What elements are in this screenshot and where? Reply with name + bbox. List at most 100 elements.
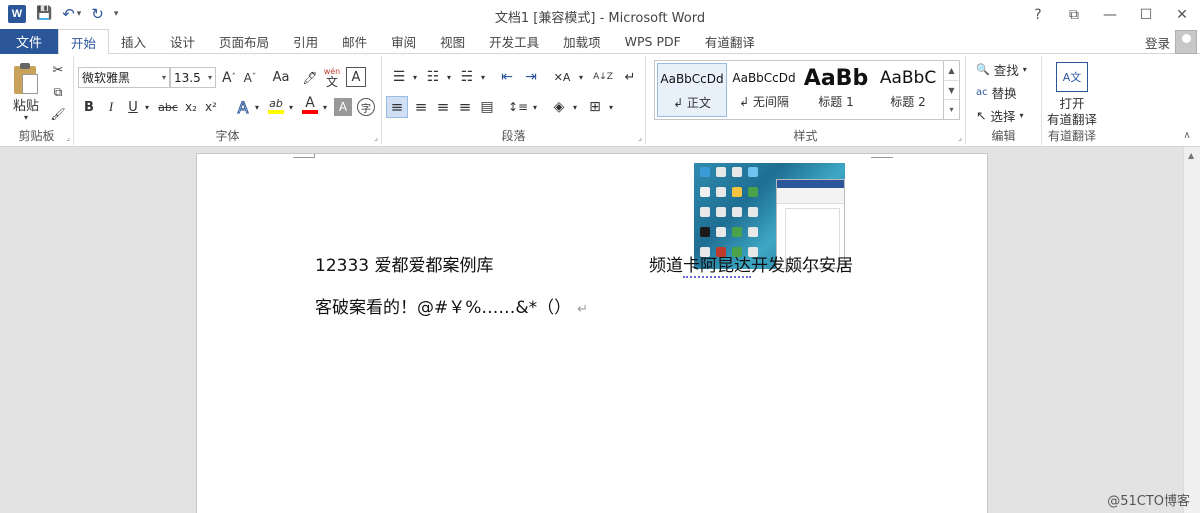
bold-button[interactable]: B	[80, 96, 98, 118]
align-left-button[interactable]: ≡	[386, 96, 408, 118]
subscript-button[interactable]: x₂	[182, 96, 200, 118]
bullets-dropdown-icon[interactable]: ▾	[410, 66, 420, 88]
tab-4[interactable]: 引用	[281, 29, 330, 54]
chinese-layout-dropdown-icon[interactable]: ▾	[576, 66, 586, 88]
font-color-bar	[302, 110, 318, 114]
style-heading-1[interactable]: AaBb 标题 1	[801, 63, 871, 117]
style-heading-2[interactable]: AaBbC 标题 2	[873, 63, 943, 117]
help-button[interactable]: ?	[1020, 0, 1056, 29]
document-line-1-continued[interactable]: 频道卡阿昆达开发颇尔安居	[649, 251, 853, 278]
superscript-button[interactable]: x²	[202, 96, 220, 118]
avatar[interactable]	[1175, 30, 1197, 54]
styles-scroll-down-icon[interactable]: ▼	[944, 81, 959, 101]
shading-icon[interactable]: ◈	[548, 96, 570, 118]
change-case-button[interactable]: Aa	[268, 67, 294, 88]
sort-icon[interactable]: A↓Z	[592, 66, 614, 88]
line-spacing-dropdown-icon[interactable]: ▾	[530, 96, 540, 118]
tab-file[interactable]: 文件	[0, 29, 58, 54]
tab-10[interactable]: WPS PDF	[613, 29, 693, 54]
highlight-dropdown-icon[interactable]: ▾	[286, 96, 296, 118]
tab-1[interactable]: 插入	[109, 29, 158, 54]
italic-button[interactable]: I	[102, 96, 120, 118]
line-spacing-icon[interactable]: ↕≡	[506, 96, 530, 118]
enclose-characters-button[interactable]: 字	[357, 98, 375, 116]
styles-scroll-up-icon[interactable]: ▲	[944, 61, 959, 81]
shrink-font-button[interactable]: Aˇ	[240, 67, 260, 88]
bullets-icon[interactable]: ☰	[388, 66, 410, 88]
tab-5[interactable]: 邮件	[330, 29, 379, 54]
numbering-icon[interactable]: ☷	[422, 66, 444, 88]
document-page[interactable]: 12333 爱都爱都案例库 频道卡阿昆达开发颇尔安居 客破案看的！@#￥%……&…	[196, 153, 988, 513]
collapse-ribbon-icon[interactable]: ∧	[1180, 128, 1194, 142]
cut-icon[interactable]: ✂	[48, 60, 68, 80]
tab-2[interactable]: 设计	[158, 29, 207, 54]
align-center-button[interactable]: ≡	[410, 96, 432, 118]
underline-button[interactable]: U	[124, 96, 142, 118]
replace-button[interactable]: ac 替换	[976, 83, 1017, 102]
tab-7[interactable]: 视图	[428, 29, 477, 54]
chinese-layout-icon[interactable]: ✕A	[548, 66, 576, 88]
style-name: 标题 2	[890, 95, 926, 109]
distributed-button[interactable]: ▤	[476, 96, 498, 118]
font-color-dropdown-icon[interactable]: ▾	[320, 96, 330, 118]
align-right-button[interactable]: ≡	[432, 96, 454, 118]
borders-dropdown-icon[interactable]: ▾	[606, 96, 616, 118]
select-button[interactable]: ↖ 选择 ▾	[976, 106, 1024, 125]
numbering-dropdown-icon[interactable]: ▾	[444, 66, 454, 88]
close-button[interactable]: ✕	[1164, 0, 1200, 29]
highlight-button[interactable]: ab	[266, 94, 286, 116]
decrease-indent-icon[interactable]: ⇤	[496, 66, 518, 88]
style-normal[interactable]: AaBbCcDd ↲ 正文	[657, 63, 727, 117]
paragraph-launcher-icon[interactable]: ⌟	[638, 133, 642, 142]
editing-group-label: 编辑	[991, 129, 1016, 143]
document-line-1[interactable]: 12333 爱都爱都案例库	[315, 251, 493, 276]
phonetic-guide-button[interactable]: wén 文	[321, 64, 343, 90]
styles-more-icon[interactable]: ▾	[944, 100, 959, 119]
youdao-translate-icon[interactable]: A文	[1056, 62, 1088, 92]
increase-indent-icon[interactable]: ⇥	[520, 66, 542, 88]
tab-9[interactable]: 加载项	[551, 29, 613, 54]
sign-in-link[interactable]: 登录	[1145, 33, 1170, 52]
clear-formatting-icon[interactable]: 🖊	[300, 67, 320, 88]
shading-dropdown-icon[interactable]: ▾	[570, 96, 580, 118]
styles-launcher-icon[interactable]: ⌟	[958, 133, 962, 142]
clipboard-launcher-icon[interactable]: ⌟	[66, 133, 70, 142]
tab-6[interactable]: 审阅	[379, 29, 428, 54]
title-bar: W 💾 ↶ ▾ ↻ ▾ 文档1 [兼容模式] - Microsoft Word …	[0, 0, 1200, 29]
font-name-select[interactable]: 微软雅黑 ▾	[78, 67, 170, 88]
tab-11[interactable]: 有道翻译	[693, 29, 767, 54]
scroll-up-icon[interactable]: ▲	[1188, 151, 1194, 160]
text-effects-dropdown-icon[interactable]: ▾	[252, 96, 262, 118]
tab-8[interactable]: 开发工具	[477, 29, 551, 54]
style-no-spacing[interactable]: AaBbCcDd ↲ 无间隔	[729, 63, 799, 117]
borders-icon[interactable]: ⊞	[584, 96, 606, 118]
find-button[interactable]: 🔍 查找 ▾	[976, 60, 1027, 79]
vertical-scrollbar[interactable]: ▲	[1183, 147, 1200, 513]
text-effects-button[interactable]: A	[234, 96, 252, 118]
strikethrough-button[interactable]: abc	[156, 96, 180, 118]
underline-dropdown-icon[interactable]: ▾	[142, 96, 152, 118]
document-line-2[interactable]: 客破案看的！@#￥%……&*（） ↵	[315, 293, 588, 318]
font-size-select[interactable]: 13.5 ▾	[170, 67, 216, 88]
multilevel-dropdown-icon[interactable]: ▾	[478, 66, 488, 88]
font-launcher-icon[interactable]: ⌟	[374, 133, 378, 142]
minimize-button[interactable]: —	[1092, 0, 1128, 29]
format-painter-icon[interactable]: 🖌	[48, 104, 68, 124]
character-border-button[interactable]: A	[346, 67, 366, 87]
justify-button[interactable]: ≡	[454, 96, 476, 118]
show-marks-icon[interactable]: ↵	[620, 66, 640, 88]
paste-dropdown-icon[interactable]: ▾	[20, 112, 32, 122]
document-area: 12333 爱都爱都案例库 频道卡阿昆达开发颇尔安居 客破案看的！@#￥%……&…	[0, 147, 1200, 513]
paste-button[interactable]: 粘贴	[8, 96, 44, 114]
maximize-button[interactable]: ☐	[1128, 0, 1164, 29]
multilevel-list-icon[interactable]: ☵	[456, 66, 478, 88]
tab-0[interactable]: 开始	[58, 29, 110, 55]
copy-icon[interactable]: ⧉	[48, 82, 68, 102]
font-color-button[interactable]: A	[300, 94, 320, 116]
tab-3[interactable]: 页面布局	[207, 29, 281, 54]
character-shading-button[interactable]: A	[334, 98, 352, 116]
paste-icon[interactable]	[12, 62, 40, 96]
open-youdao-line2[interactable]: 有道翻译	[1042, 110, 1102, 127]
grow-font-button[interactable]: Aˆ	[219, 67, 239, 88]
ribbon-display-options-button[interactable]: ⧉	[1056, 0, 1092, 29]
